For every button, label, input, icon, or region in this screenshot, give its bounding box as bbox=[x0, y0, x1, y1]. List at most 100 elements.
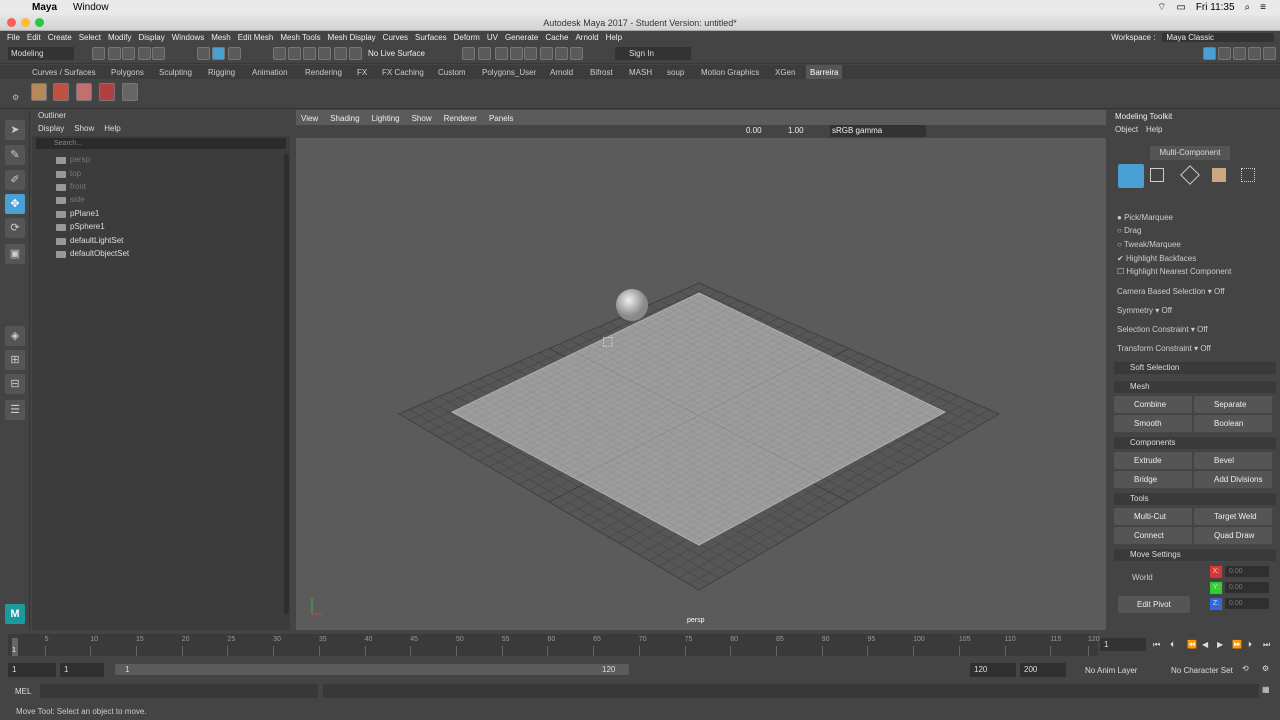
layout-icon[interactable] bbox=[1203, 47, 1216, 60]
shelf-tab-soup[interactable]: soup bbox=[667, 68, 684, 77]
menu-edit[interactable]: Edit bbox=[27, 33, 41, 42]
save-scene-icon[interactable] bbox=[122, 47, 135, 60]
menu-uv[interactable]: UV bbox=[487, 33, 498, 42]
shelf-tool-icon[interactable] bbox=[53, 83, 69, 101]
vp-menu-renderer[interactable]: Renderer bbox=[444, 113, 477, 124]
world-select[interactable]: World bbox=[1132, 572, 1153, 584]
playback-start-field[interactable]: 1 bbox=[60, 663, 104, 677]
tweak-marquee-radio[interactable]: ○ Tweak/Marquee bbox=[1117, 239, 1181, 251]
auto-key-icon[interactable]: ⟲ bbox=[1242, 664, 1249, 673]
outliner-menu-display[interactable]: Display bbox=[38, 122, 64, 136]
search-icon[interactable]: ⌕ bbox=[1245, 2, 1251, 13]
outliner-item[interactable]: defaultObjectSet bbox=[56, 248, 129, 260]
move-settings-section[interactable]: Move Settings bbox=[1114, 549, 1276, 561]
anim-layer-select[interactable]: No Anim Layer bbox=[1085, 666, 1137, 675]
snap-grid-icon[interactable] bbox=[273, 47, 286, 60]
outliner-item[interactable]: front bbox=[56, 181, 86, 193]
move-tool-icon[interactable]: ✥ bbox=[5, 194, 25, 214]
edge-mode-icon[interactable] bbox=[1180, 165, 1200, 185]
camera-based-selection[interactable]: Camera Based Selection ▾ Off bbox=[1117, 286, 1225, 298]
shelf-tab-curves[interactable]: Curves / Surfaces bbox=[32, 68, 96, 77]
colorspace-select[interactable]: sRGB gamma bbox=[830, 125, 926, 137]
attribute-editor-icon[interactable] bbox=[1218, 47, 1231, 60]
shelf-tab-bifrost[interactable]: Bifrost bbox=[590, 68, 613, 77]
menu-edit-mesh[interactable]: Edit Mesh bbox=[238, 33, 274, 42]
soft-selection-section[interactable]: Soft Selection bbox=[1114, 362, 1276, 374]
pick-marquee-radio[interactable]: ● Pick/Marquee bbox=[1117, 212, 1173, 224]
pause-icon[interactable] bbox=[570, 47, 583, 60]
next-key-icon[interactable]: ⏩ bbox=[1232, 640, 1242, 649]
boolean-button[interactable]: Boolean bbox=[1194, 415, 1272, 432]
ipr-render-icon[interactable] bbox=[540, 47, 553, 60]
output-ops-icon[interactable] bbox=[478, 47, 491, 60]
go-end-icon[interactable]: ⏭ bbox=[1263, 640, 1270, 650]
menu-mesh-tools[interactable]: Mesh Tools bbox=[280, 33, 320, 42]
tools-section[interactable]: Tools bbox=[1114, 493, 1276, 505]
shelf-tab-polygons[interactable]: Polygons bbox=[111, 68, 144, 77]
sphere-mesh[interactable] bbox=[616, 289, 648, 321]
snap-point-icon[interactable] bbox=[303, 47, 316, 60]
current-frame-field[interactable]: 1 bbox=[1100, 638, 1146, 651]
z-value-field[interactable]: 0.00 bbox=[1225, 598, 1269, 609]
construction-history-icon[interactable] bbox=[495, 47, 508, 60]
open-scene-icon[interactable] bbox=[108, 47, 121, 60]
sign-in-button[interactable]: Sign In bbox=[615, 47, 691, 60]
clock[interactable]: Fri 11:35 bbox=[1196, 2, 1235, 13]
gamma-field[interactable]: 1.00 bbox=[788, 126, 804, 135]
toolkit-menu-object[interactable]: Object bbox=[1115, 125, 1138, 134]
vp-menu-lighting[interactable]: Lighting bbox=[372, 113, 400, 124]
start-time-field[interactable]: 1 bbox=[8, 663, 56, 677]
mesh-section[interactable]: Mesh bbox=[1114, 381, 1276, 393]
select-hierarchy-icon[interactable] bbox=[197, 47, 210, 60]
input-ops-icon[interactable] bbox=[462, 47, 475, 60]
vp-menu-view[interactable]: View bbox=[301, 113, 318, 124]
menu-curves[interactable]: Curves bbox=[383, 33, 408, 42]
select-component-icon[interactable] bbox=[228, 47, 241, 60]
live-surface-label[interactable]: No Live Surface bbox=[368, 49, 425, 58]
step-back-icon[interactable]: ⏴ bbox=[1170, 640, 1174, 650]
shelf-tool-icon[interactable] bbox=[99, 83, 115, 101]
script-editor-icon[interactable]: ▦ bbox=[1262, 685, 1270, 694]
menu-windows[interactable]: Windows bbox=[172, 33, 204, 42]
shelf-tab-xgen[interactable]: XGen bbox=[775, 68, 795, 77]
tool-settings-icon[interactable] bbox=[1233, 47, 1246, 60]
battery-icon[interactable]: ▭ bbox=[1176, 2, 1185, 13]
separate-button[interactable]: Separate bbox=[1194, 396, 1272, 413]
outliner-search-input[interactable]: Search... bbox=[36, 138, 286, 149]
shelf-tab-arnold[interactable]: Arnold bbox=[550, 68, 573, 77]
highlight-backfaces-checkbox[interactable]: ✔ Highlight Backfaces bbox=[1117, 253, 1196, 265]
vp-menu-show[interactable]: Show bbox=[412, 113, 432, 124]
lock-icon[interactable] bbox=[122, 83, 138, 101]
single-pane-icon[interactable]: ◈ bbox=[5, 326, 25, 346]
snap-curve-icon[interactable] bbox=[288, 47, 301, 60]
menu-file[interactable]: File bbox=[7, 33, 20, 42]
snap-surface-icon[interactable] bbox=[334, 47, 347, 60]
object-mode-icon[interactable] bbox=[1118, 164, 1144, 188]
menu-display[interactable]: Display bbox=[139, 33, 165, 42]
shelf-tab-custom[interactable]: Custom bbox=[438, 68, 466, 77]
components-section[interactable]: Components bbox=[1114, 437, 1276, 449]
menu-surfaces[interactable]: Surfaces bbox=[415, 33, 447, 42]
prev-key-icon[interactable]: ⏪ bbox=[1187, 640, 1197, 649]
select-object-icon[interactable] bbox=[212, 47, 225, 60]
play-icon[interactable]: ▶ bbox=[1217, 640, 1223, 649]
menu-arnold[interactable]: Arnold bbox=[575, 33, 598, 42]
mode-select[interactable]: Modeling bbox=[8, 47, 74, 60]
playback-end-field[interactable]: 120 bbox=[970, 663, 1016, 677]
connect-button[interactable]: Connect bbox=[1114, 527, 1192, 544]
menu-icon[interactable]: ≡ bbox=[1260, 2, 1266, 13]
channel-box-icon[interactable] bbox=[1248, 47, 1261, 60]
outliner-scrollbar[interactable] bbox=[284, 154, 289, 614]
highlight-nearest-checkbox[interactable]: ☐ Highlight Nearest Component bbox=[1117, 266, 1231, 278]
window-menu[interactable]: Window bbox=[73, 2, 109, 13]
four-pane-icon[interactable]: ⊞ bbox=[5, 350, 25, 370]
shelf-settings-icon[interactable]: ⚙ bbox=[12, 93, 19, 102]
outliner-item[interactable]: persp bbox=[56, 154, 90, 166]
range-bar[interactable]: 1 120 bbox=[115, 664, 629, 675]
paint-select-icon[interactable]: ✐ bbox=[5, 170, 25, 190]
shelf-tab-fx[interactable]: FX bbox=[357, 68, 367, 77]
shelf-tab-motion-graphics[interactable]: Motion Graphics bbox=[701, 68, 759, 77]
current-time-marker[interactable]: 1 bbox=[12, 638, 18, 656]
multi-component-button[interactable]: Multi-Component bbox=[1150, 146, 1230, 160]
snap-live-icon[interactable] bbox=[349, 47, 362, 60]
